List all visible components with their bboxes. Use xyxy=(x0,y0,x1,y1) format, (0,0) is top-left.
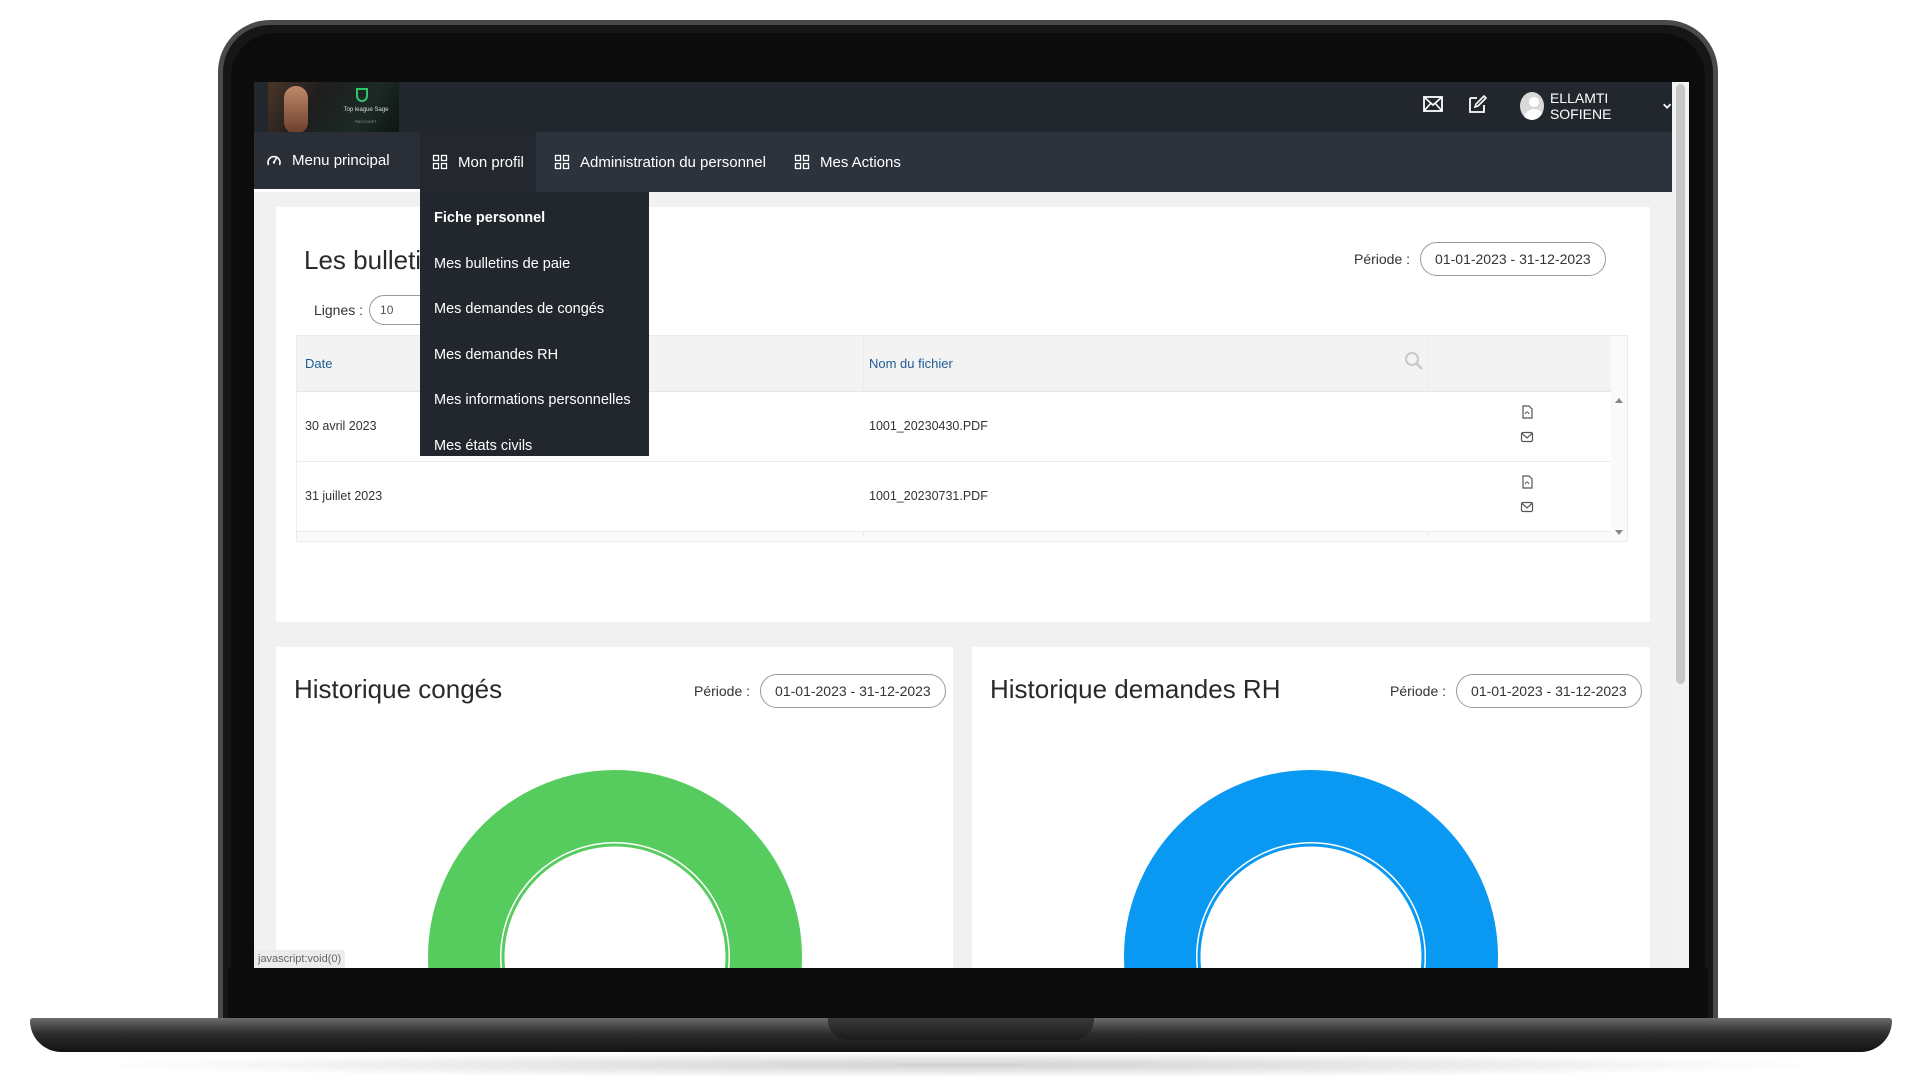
row-file: 1001_20230731.PDF xyxy=(869,489,988,503)
period-date-range-input[interactable]: 01-01-2023 - 31-12-2023 xyxy=(1420,242,1606,276)
mail-send-icon[interactable] xyxy=(1520,430,1534,444)
chevron-down-icon xyxy=(1662,103,1671,109)
top-bar: Top league Sage PAYCOOFT ELLAMTI SOFIENE xyxy=(254,82,1672,136)
scrollbar-thumb[interactable] xyxy=(1676,84,1685,684)
menu-item-informations-personnelles[interactable]: Mes informations personnelles xyxy=(420,378,649,424)
nav-label: Menu principal xyxy=(292,152,390,169)
mail-icon[interactable] xyxy=(1422,93,1444,115)
grid-icon xyxy=(794,154,810,170)
lines-label: Lignes : xyxy=(314,302,364,318)
conges-card: Historique congés Période : 01-01-2023 -… xyxy=(276,647,953,968)
nav-mes-actions[interactable]: Mes Actions xyxy=(782,132,913,192)
menu-item-etats-civils[interactable]: Mes états civils xyxy=(420,424,649,470)
nav-menu-principal[interactable]: Menu principal xyxy=(254,132,420,192)
nav-label: Administration du personnel xyxy=(580,153,766,171)
conges-donut-ring[interactable] xyxy=(428,770,802,968)
menu-item-demandes-conges[interactable]: Mes demandes de congés xyxy=(420,287,649,333)
bulletins-period: Période : 01-01-2023 - 31-12-2023 xyxy=(1354,242,1606,276)
row-date: 30 avril 2023 xyxy=(305,419,377,433)
page-scrollbar[interactable] xyxy=(1672,82,1689,968)
mon-profil-dropdown: Fiche personnel Mes bulletins de paie Me… xyxy=(420,192,649,499)
menu-item-demandes-rh[interactable]: Mes demandes RH xyxy=(420,333,649,379)
scroll-up-arrow[interactable] xyxy=(1615,398,1623,403)
pdf-file-icon[interactable] xyxy=(1520,405,1534,419)
conges-donut-chart xyxy=(428,770,802,968)
scroll-down-arrow[interactable] xyxy=(1615,530,1623,535)
logo-hand-graphic xyxy=(284,86,308,134)
status-bar-link: javascript:void(0) xyxy=(254,950,346,968)
demandes-rh-card: Historique demandes RH Période : 01-01-2… xyxy=(972,647,1650,968)
dashboard-icon xyxy=(267,155,281,165)
demandes-rh-donut-ring[interactable] xyxy=(1124,770,1498,968)
grid-icon xyxy=(432,154,448,170)
logo-text: Top league Sage xyxy=(343,107,389,113)
row-file: 1001_20230430.PDF xyxy=(869,419,988,433)
screen: Top league Sage PAYCOOFT ELLAMTI SOFIENE xyxy=(254,82,1689,968)
user-name: ELLAMTI SOFIENE xyxy=(1549,90,1612,122)
column-header-date[interactable]: Date xyxy=(305,356,332,371)
column-header-file[interactable]: Nom du fichier xyxy=(869,356,953,371)
grid-icon xyxy=(554,154,570,170)
pdf-file-icon[interactable] xyxy=(1520,475,1534,489)
logo-trophy-graphic xyxy=(356,88,368,102)
period-label: Période : xyxy=(1354,251,1411,267)
menu-item-fiche-personnel[interactable]: Fiche personnel xyxy=(420,196,649,242)
edit-icon[interactable] xyxy=(1466,93,1488,115)
main-nav: Menu principal Mon profil Administration… xyxy=(254,132,1672,192)
nav-mon-profil[interactable]: Mon profil xyxy=(420,132,536,192)
demandes-rh-donut-chart xyxy=(1124,770,1498,968)
company-logo[interactable]: Top league Sage PAYCOOFT xyxy=(268,82,399,136)
logo-subtext: PAYCOOFT xyxy=(355,119,377,124)
laptop-bezel xyxy=(228,968,1708,1020)
row-date: 31 juillet 2023 xyxy=(305,489,383,503)
avatar xyxy=(1520,92,1544,120)
search-icon[interactable] xyxy=(1403,350,1425,372)
menu-item-informations-bancaires[interactable]: Mes informations bancaires xyxy=(420,469,649,515)
nav-label: Mon profil xyxy=(458,153,524,171)
laptop-notch xyxy=(828,1018,1094,1040)
mail-send-icon[interactable] xyxy=(1520,500,1534,514)
menu-item-bulletins-paie[interactable]: Mes bulletins de paie xyxy=(420,242,649,288)
nav-administration-personnel[interactable]: Administration du personnel xyxy=(542,132,778,192)
user-menu[interactable]: ELLAMTI SOFIENE xyxy=(1520,88,1672,124)
nav-label: Mes Actions xyxy=(820,153,901,171)
laptop-shadow xyxy=(80,1052,1840,1078)
